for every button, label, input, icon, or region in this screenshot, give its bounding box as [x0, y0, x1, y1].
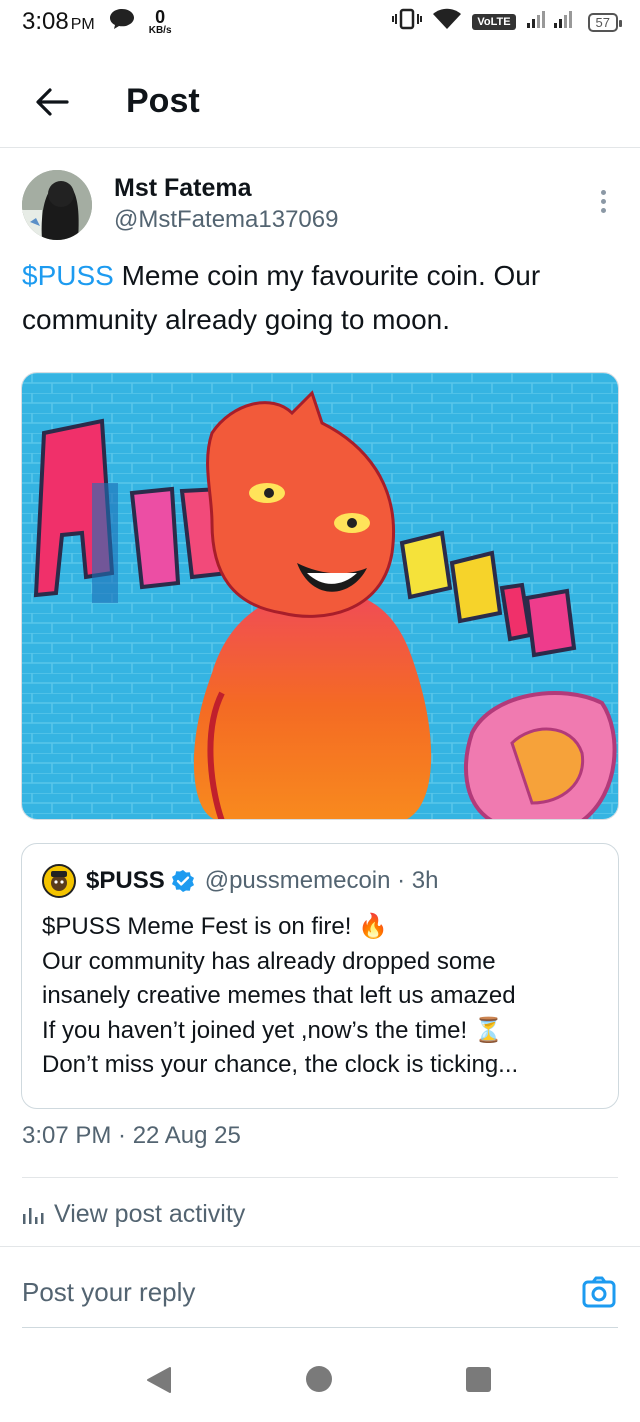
cashtag-link[interactable]: $PUSS — [22, 260, 114, 291]
app-header: Post — [0, 56, 640, 148]
message-icon — [109, 8, 135, 36]
nav-back-button[interactable] — [146, 1366, 172, 1399]
quote-line: Don’t miss your chance, the clock is tic… — [42, 1051, 519, 1078]
post-timestamp: 3:07 PM · 22 Aug 25 — [22, 1122, 241, 1149]
network-speed: 0 KB/s — [148, 7, 172, 36]
reply-bar: Post your reply — [0, 1247, 640, 1327]
back-button[interactable] — [22, 72, 82, 132]
quote-line: If you haven’t joined yet ,now’s the tim… — [42, 1016, 504, 1044]
more-options-button[interactable] — [588, 186, 618, 216]
quote-avatar[interactable] — [42, 864, 76, 898]
camera-button[interactable] — [582, 1275, 616, 1309]
post: Mst Fatema @MstFatema137069 $PUSS Meme c… — [0, 150, 640, 1328]
verified-badge-icon — [171, 869, 195, 893]
author-row: Mst Fatema @MstFatema137069 — [0, 150, 640, 250]
quote-text: $PUSS Meme Fest is on fire! 🔥 Our commun… — [42, 910, 608, 1083]
quoted-post[interactable]: $PUSS @pussmemecoin · 3h $PUSS Meme Fest… — [21, 843, 619, 1109]
status-bar: 3:08 PM 0 KB/s VoLTE 57 — [0, 0, 640, 44]
quote-line: insanely creative memes that left us ama… — [42, 982, 516, 1009]
camera-icon — [582, 1276, 616, 1308]
quote-author-handle: @pussmemecoin · 3h — [204, 867, 439, 894]
system-nav-bar — [0, 1330, 640, 1422]
quote-line: $PUSS Meme Fest is on fire! 🔥 — [42, 913, 388, 940]
avatar[interactable] — [22, 170, 92, 240]
author-handle[interactable]: @MstFatema137069 — [114, 206, 338, 234]
signal-icon — [526, 9, 578, 35]
page-title: Post — [126, 82, 200, 120]
divider — [22, 1177, 618, 1178]
battery-indicator: 57 — [587, 12, 623, 32]
nav-home-button[interactable] — [306, 1366, 332, 1392]
dot-icon — [600, 189, 606, 195]
dot-icon — [600, 198, 606, 204]
clock: 3:08 PM — [22, 8, 95, 35]
post-text: $PUSS Meme coin my favourite coin. Our c… — [22, 254, 622, 342]
volte-badge: VoLTE — [472, 14, 516, 30]
author-name[interactable]: Mst Fatema — [114, 174, 252, 203]
vibrate-icon — [392, 8, 423, 36]
quote-header: $PUSS @pussmemecoin · 3h — [42, 864, 439, 898]
quote-line: Our community has already dropped some — [42, 947, 496, 975]
nav-recents-button[interactable] — [466, 1367, 491, 1392]
reply-underline — [22, 1327, 618, 1328]
post-image[interactable] — [21, 372, 619, 820]
arrow-left-icon — [36, 87, 69, 116]
reply-input[interactable]: Post your reply — [22, 1277, 195, 1308]
triangle-back-icon — [147, 1367, 171, 1393]
activity-label: View post activity — [54, 1200, 246, 1228]
view-post-activity-link[interactable]: View post activity — [22, 1200, 245, 1229]
quote-author-name[interactable]: $PUSS — [86, 867, 165, 895]
dot-icon — [600, 207, 606, 213]
wifi-icon — [432, 8, 462, 36]
analytics-icon — [23, 1207, 44, 1224]
